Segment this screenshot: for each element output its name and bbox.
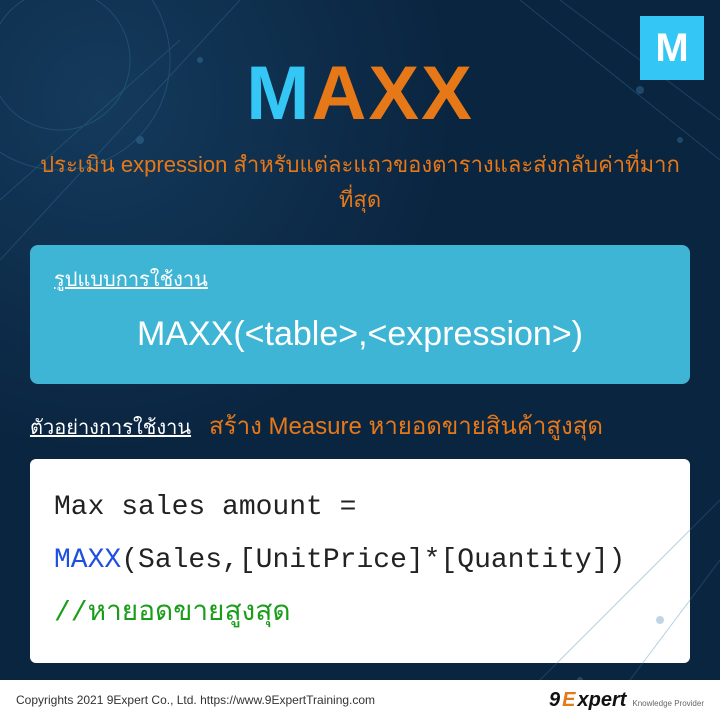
footer-brand: 9Expert Knowledge Provider <box>549 689 704 712</box>
brand-nine: 9 <box>549 689 560 712</box>
usage-syntax: MAXX(<table>,<expression>) <box>54 315 666 354</box>
footer-copyright: Copyrights 2021 9Expert Co., Ltd. https:… <box>16 693 375 707</box>
footer: Copyrights 2021 9Expert Co., Ltd. https:… <box>0 680 720 720</box>
function-badge: M <box>640 16 704 80</box>
function-title: MAXX <box>0 0 720 137</box>
brand-tagline: Knowledge Provider <box>632 700 704 708</box>
example-header: ตัวอย่างการใช้งาน สร้าง Measure หายอดขาย… <box>30 406 690 445</box>
code-comment: //หายอดขายสูงสุด <box>54 587 666 640</box>
code-line-2: MAXX(Sales,[UnitPrice]*[Quantity]) <box>54 534 666 587</box>
example-description: สร้าง Measure หายอดขายสินค้าสูงสุด <box>209 406 603 445</box>
brand-xpert: xpert <box>577 689 626 712</box>
code-function-name: MAXX <box>54 545 121 576</box>
title-part-m: M <box>246 51 311 136</box>
code-line-1: Max sales amount = <box>54 481 666 534</box>
example-label: ตัวอย่างการใช้งาน <box>30 411 191 443</box>
code-example-box: Max sales amount = MAXX(Sales,[UnitPrice… <box>30 459 690 663</box>
code-function-args: (Sales,[UnitPrice]*[Quantity]) <box>121 545 625 576</box>
function-description: ประเมิน expression สำหรับแต่ละแถวของตารา… <box>0 147 720 217</box>
usage-box: รูปแบบการใช้งาน MAXX(<table>,<expression… <box>30 245 690 384</box>
title-part-axx: AXX <box>312 51 474 136</box>
usage-label: รูปแบบการใช้งาน <box>54 263 666 295</box>
brand-e: E <box>562 689 575 712</box>
